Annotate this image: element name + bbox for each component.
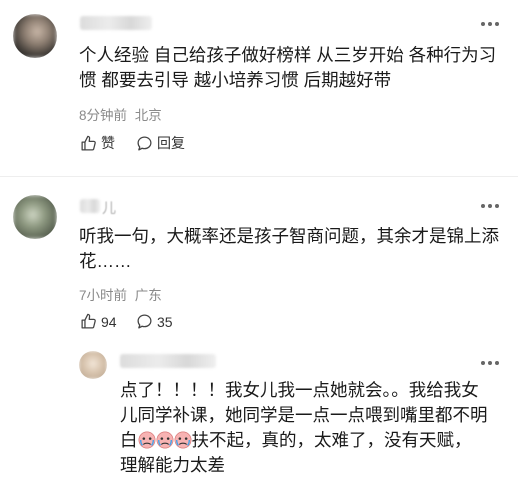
thumb-up-icon [81, 313, 96, 329]
avatar-image [13, 14, 57, 58]
username-redacted[interactable] [80, 16, 152, 30]
crying-emoji [174, 431, 191, 449]
comment-line: 惯 都要去引导 越小培养习惯 后期越好带 [79, 70, 392, 90]
more-icon[interactable] [481, 204, 499, 210]
like-button[interactable]: 赞 [80, 133, 115, 153]
location: 北京 [134, 108, 162, 123]
reply-line: 白 扶不起，真的，太难了，没有天赋， [120, 428, 515, 453]
reply-fragment: 扶不起，真的，太难了，没有天赋， [191, 430, 472, 450]
reply-button[interactable]: 35 [136, 313, 173, 330]
reply-line: 理解能力太差 [120, 455, 225, 475]
comment-text: 听我一句，大概率还是孩子智商问题，其余才是锦上添 花…… [79, 224, 509, 274]
comment-text: 个人经验 自己给孩子做好榜样 从三岁开始 各种行为习 惯 都要去引导 越小培养习… [79, 43, 509, 93]
reply-line: 点了！！！！我女儿我一点她就会。。我给我女 [120, 380, 479, 400]
comment-meta: 8分钟前 北京 [79, 104, 162, 124]
reply-line: 儿同学补课，她同学是一点一点喂到嘴里都不明 [120, 405, 488, 425]
comment-line: 花…… [79, 251, 132, 271]
comment-meta: 7小时前 广东 [79, 284, 162, 304]
comment-line: 个人经验 自己给孩子做好榜样 从三岁开始 各种行为习 [79, 45, 497, 65]
thumb-up-icon [81, 135, 96, 151]
reply-label: 回复 [157, 135, 185, 151]
speech-bubble-icon [137, 314, 152, 329]
like-button[interactable]: 94 [80, 313, 117, 330]
reply-fragment: 白 [120, 430, 138, 450]
comment-line: 听我一句，大概率还是孩子智商问题，其余才是锦上添 [79, 226, 499, 246]
avatar[interactable] [13, 195, 57, 239]
avatar[interactable] [13, 14, 57, 58]
avatar-image [13, 195, 57, 239]
reply-button[interactable]: 回复 [136, 133, 185, 153]
avatar[interactable] [79, 351, 107, 379]
reply-count: 35 [157, 313, 173, 330]
username-redacted[interactable] [80, 199, 100, 213]
username-fragment: 儿 [102, 200, 116, 216]
divider [0, 176, 518, 177]
more-icon[interactable] [481, 22, 499, 28]
timestamp: 8分钟前 [79, 108, 128, 123]
avatar-image [79, 351, 107, 379]
crying-emoji [138, 431, 155, 449]
crying-emoji [156, 431, 173, 449]
like-label: 赞 [101, 135, 115, 151]
more-icon[interactable] [481, 361, 499, 367]
reply-text: 点了！！！！我女儿我一点她就会。。我给我女 儿同学补课，她同学是一点一点喂到嘴里… [120, 378, 515, 478]
like-count: 94 [101, 313, 117, 330]
timestamp: 7小时前 [79, 288, 128, 303]
location: 广东 [134, 288, 162, 303]
username-redacted[interactable] [120, 354, 216, 368]
speech-bubble-icon [137, 135, 152, 151]
